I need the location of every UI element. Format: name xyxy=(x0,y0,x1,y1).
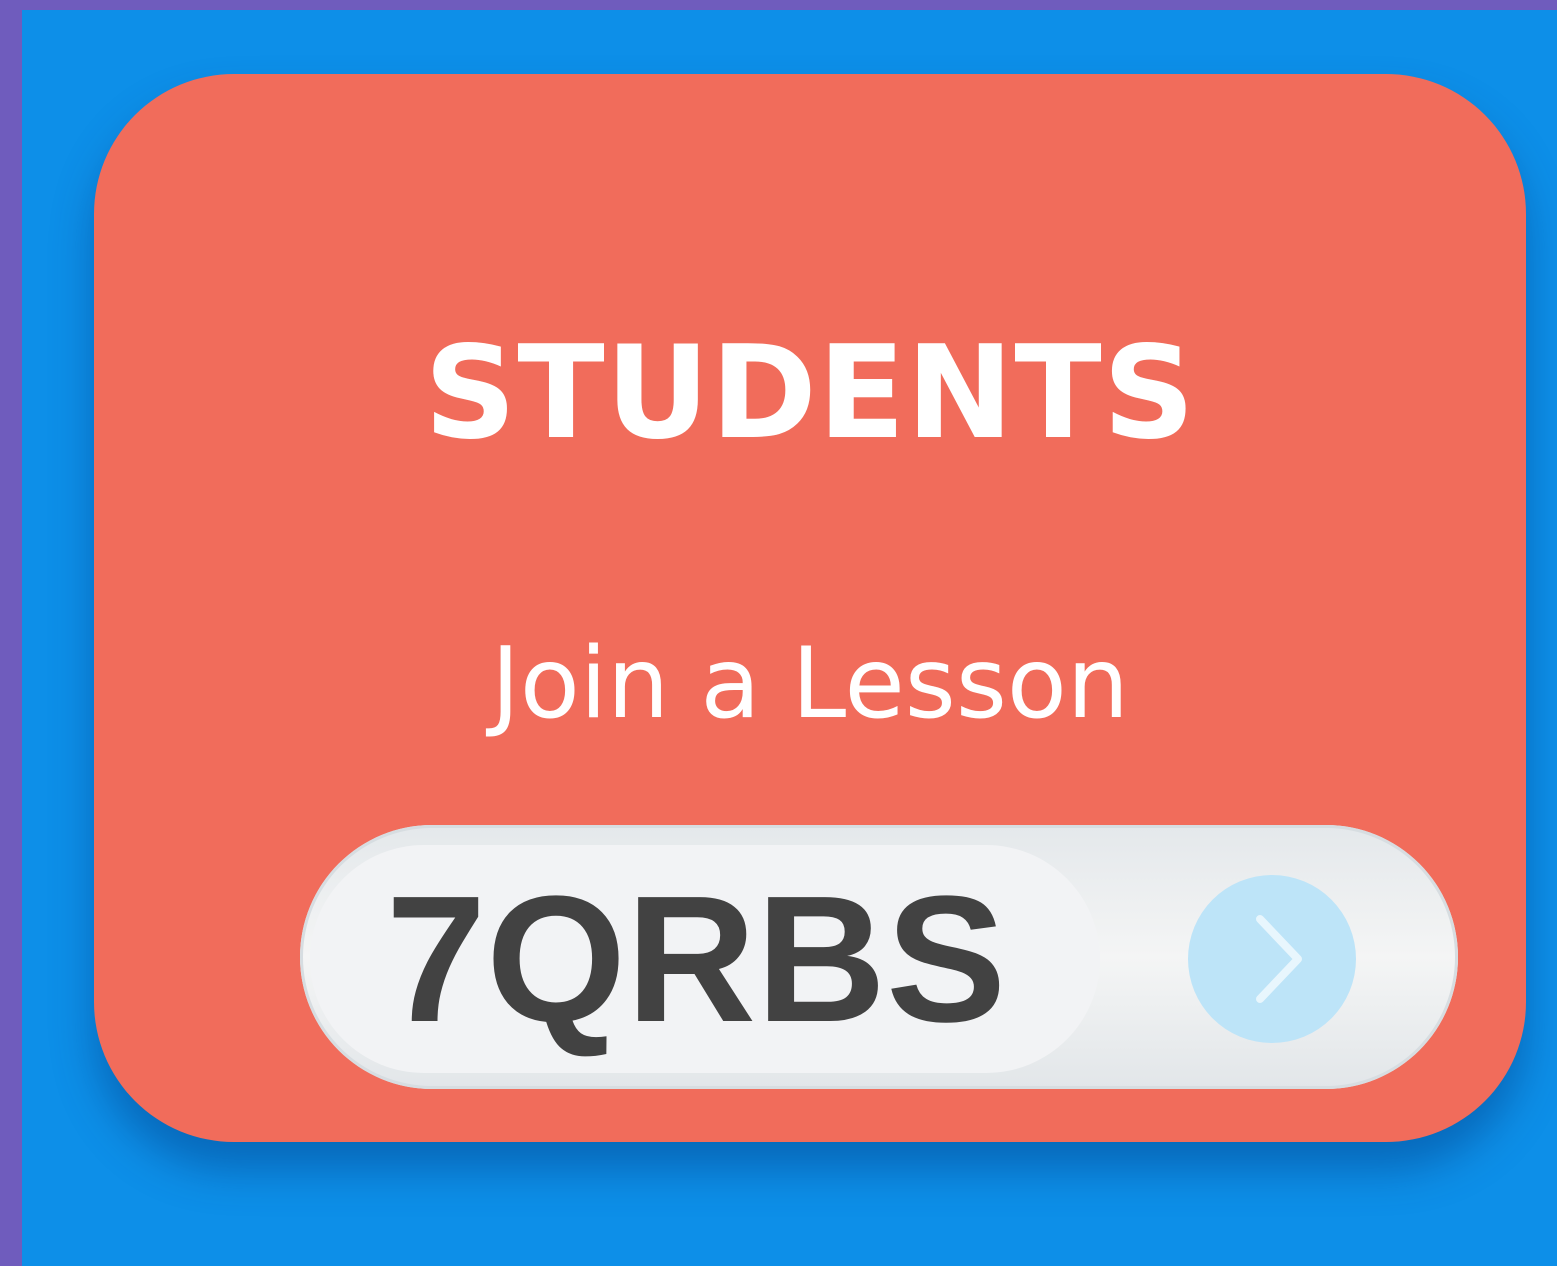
chevron-right-icon xyxy=(1256,915,1302,1003)
page-background: STUDENTS Join a Lesson xyxy=(22,10,1557,1266)
card-subheading: Join a Lesson xyxy=(491,627,1129,741)
students-card: STUDENTS Join a Lesson xyxy=(94,74,1526,1142)
join-submit-button[interactable] xyxy=(1188,875,1356,1043)
lesson-code-input[interactable] xyxy=(310,845,1100,1073)
card-heading: STUDENTS xyxy=(424,319,1196,468)
join-form xyxy=(300,825,1458,1089)
